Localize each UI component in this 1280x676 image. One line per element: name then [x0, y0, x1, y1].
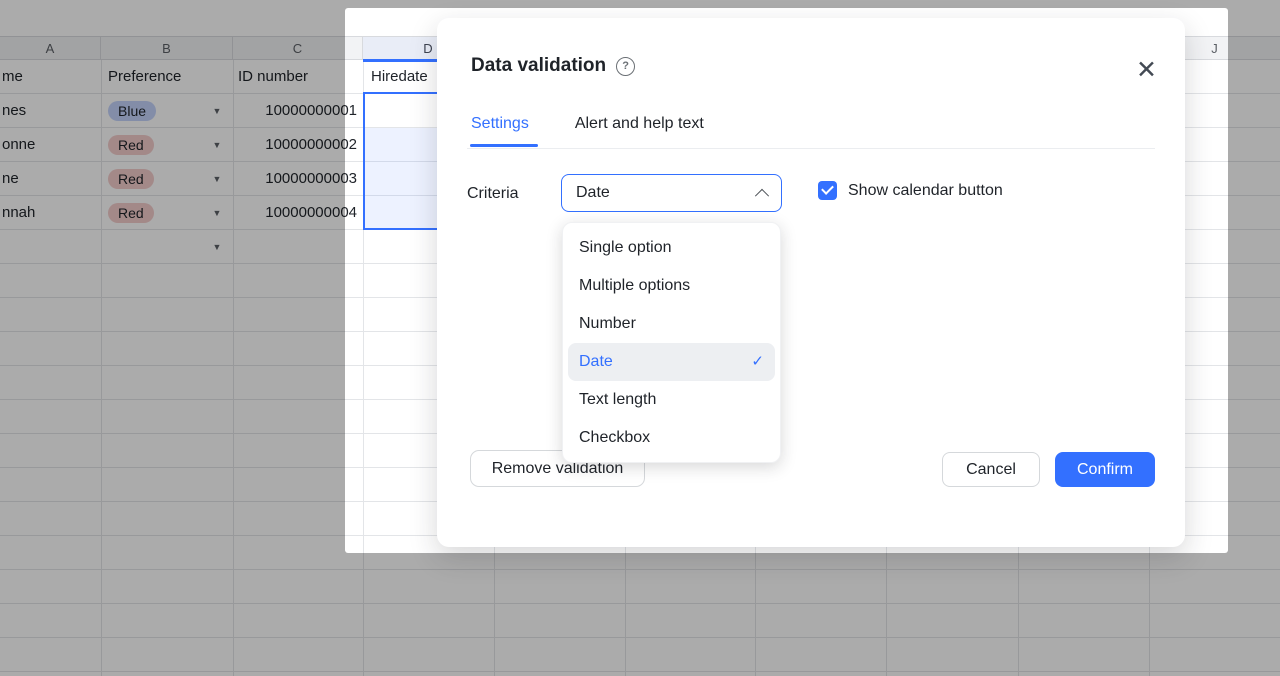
cell-dropdown-arrow-icon[interactable]: ▼: [208, 169, 226, 189]
option-label: Text length: [579, 381, 656, 419]
option-label: Checkbox: [579, 419, 650, 457]
dialog-tabs: Settings Alert and help text: [471, 115, 704, 133]
cell-id: 10000000002: [234, 135, 357, 155]
menu-option-multiple-options[interactable]: Multiple options: [568, 267, 775, 305]
criteria-select-value: Date: [576, 184, 610, 202]
column-header-a[interactable]: A: [0, 37, 101, 59]
cell-name-header: me: [2, 67, 23, 87]
tabs-divider: [467, 148, 1155, 149]
close-icon[interactable]: ✕: [1136, 58, 1157, 82]
dialog-title: Data validation: [471, 55, 606, 77]
cell-name: nnah: [2, 203, 35, 223]
option-chip-red[interactable]: Red: [108, 203, 154, 223]
check-icon: ✓: [751, 343, 764, 381]
option-label: Multiple options: [579, 267, 690, 305]
data-validation-dialog: Data validation ? ✕ Settings Alert and h…: [437, 18, 1185, 547]
tab-alert-and-help-text[interactable]: Alert and help text: [575, 115, 704, 133]
option-chip-red[interactable]: Red: [108, 135, 154, 155]
column-header-c[interactable]: C: [233, 37, 363, 59]
option-chip-red[interactable]: Red: [108, 169, 154, 189]
option-label: Date: [579, 343, 613, 381]
active-tab-indicator: [470, 144, 538, 147]
cell-id-header: ID number: [238, 67, 308, 87]
criteria-select[interactable]: Date: [561, 174, 782, 212]
cell-dropdown-arrow-icon[interactable]: ▼: [208, 101, 226, 121]
cell-id: 10000000004: [234, 203, 357, 223]
chevron-up-icon: [755, 189, 769, 203]
menu-option-single-option[interactable]: Single option: [568, 229, 775, 267]
cell-dropdown-arrow-icon[interactable]: ▼: [208, 135, 226, 155]
show-calendar-checkbox[interactable]: [818, 181, 837, 200]
criteria-label: Criteria: [467, 185, 519, 203]
option-chip-blue[interactable]: Blue: [108, 101, 156, 121]
cancel-button[interactable]: Cancel: [942, 452, 1040, 487]
cell-name: ne: [2, 169, 19, 189]
show-calendar-option: Show calendar button: [818, 181, 1003, 200]
help-icon[interactable]: ?: [616, 57, 635, 76]
cell-dropdown-arrow-icon[interactable]: ▼: [208, 203, 226, 223]
option-label: Number: [579, 305, 636, 343]
option-label: Single option: [579, 229, 672, 267]
cell-name: onne: [2, 135, 35, 155]
gridline: [101, 60, 102, 676]
spreadsheet-app: A B C D E F G H I J me Preference ID num…: [0, 0, 1280, 676]
menu-option-text-length[interactable]: Text length: [568, 381, 775, 419]
menu-option-number[interactable]: Number: [568, 305, 775, 343]
criteria-dropdown-menu: Single option Multiple options Number Da…: [562, 222, 781, 463]
show-calendar-label: Show calendar button: [848, 182, 1003, 200]
menu-option-checkbox[interactable]: Checkbox: [568, 419, 775, 457]
cell-dropdown-arrow-icon[interactable]: ▼: [208, 237, 226, 257]
cell-name: nes: [2, 101, 26, 121]
cell-preference-header: Preference: [108, 67, 181, 87]
cell-hiredate-header: Hiredate: [371, 67, 428, 87]
tab-settings[interactable]: Settings: [471, 115, 529, 133]
cell-id: 10000000001: [234, 101, 357, 121]
menu-option-date[interactable]: Date ✓: [568, 343, 775, 381]
column-header-b[interactable]: B: [101, 37, 233, 59]
checkmark-icon: [821, 182, 834, 195]
cell-id: 10000000003: [234, 169, 357, 189]
confirm-button[interactable]: Confirm: [1055, 452, 1155, 487]
